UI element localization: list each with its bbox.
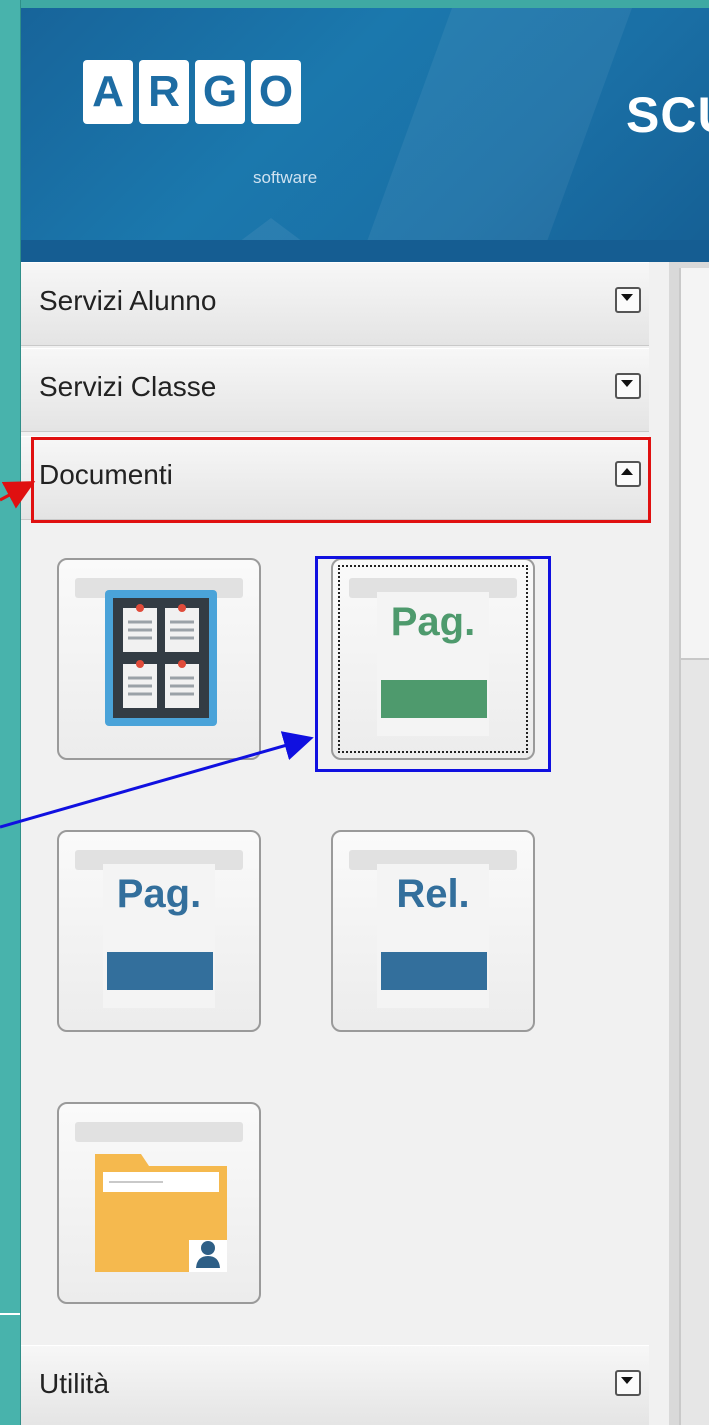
section-servizi-alunno[interactable]: Servizi Alunno [21,262,649,346]
expand-toggle-icon[interactable] [615,287,641,313]
rel-blue-icon: Rel. [396,872,470,916]
logo-letter-o: O [251,60,301,124]
sidebar-menu: Servizi Alunno Servizi Classe Documenti [21,262,671,1425]
section-label: Utilità [39,1368,110,1399]
tile-bulletin-board[interactable] [57,558,261,760]
tile-student-folder[interactable] [57,1102,261,1304]
section-documenti[interactable]: Documenti [21,436,649,520]
tile-rel-blue[interactable]: Rel. [331,830,535,1032]
pag-green-bar [381,680,487,718]
collapse-toggle-icon[interactable] [615,461,641,487]
argo-logo[interactable]: A R G O software [83,60,383,200]
logo-letter-g: G [195,60,245,124]
logo-letter-a: A [83,60,133,124]
section-label: Documenti [39,459,173,490]
rel-blue-bar [381,952,487,990]
expand-toggle-icon[interactable] [615,373,641,399]
logo-letter-r: R [139,60,189,124]
app-header: A R G O software SCU [21,0,709,262]
section-label: Servizi Classe [39,371,217,402]
expand-toggle-icon[interactable] [615,1370,641,1396]
tile-pag-blue[interactable]: Pag. [57,830,261,1032]
pag-green-icon: Pag. [390,600,476,644]
logo-subtitle: software [253,168,318,187]
content-pane [669,262,709,1425]
tile-pag-green[interactable]: Pag. [331,558,535,760]
content-card [681,268,709,660]
section-utilita[interactable]: Utilità [21,1345,649,1425]
screenshot: A R G O software SCU Servizi Alunno Serv… [20,0,709,1425]
brand-title: SCU [626,87,709,143]
header-bottom-bar [21,240,709,262]
section-servizi-classe[interactable]: Servizi Classe [21,348,649,432]
pag-blue-icon: Pag. [116,872,202,916]
bulletin-board-icon [105,590,217,726]
pag-blue-bar [107,952,213,990]
section-label: Servizi Alunno [39,285,217,316]
student-folder-icon [95,1154,227,1272]
